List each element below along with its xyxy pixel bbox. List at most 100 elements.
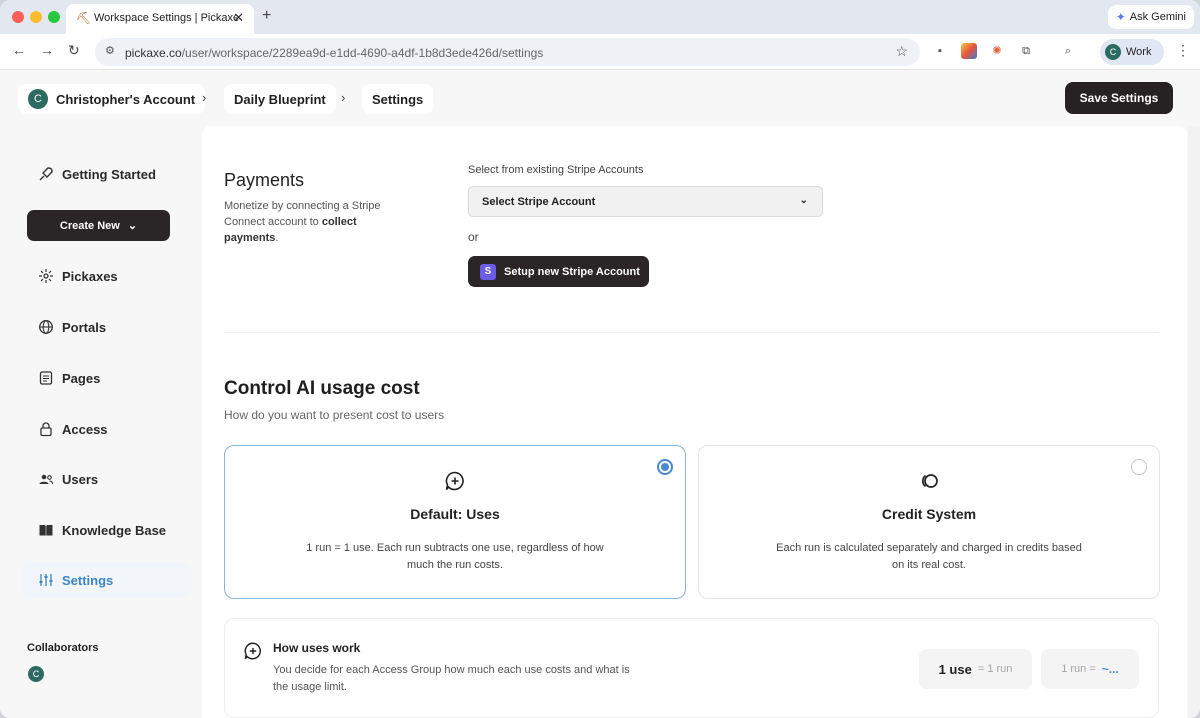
sidebar-item-access[interactable]: Access	[38, 421, 108, 437]
chat-plus-icon	[444, 470, 466, 492]
stripe-select-label: Select from existing Stripe Accounts	[468, 164, 644, 176]
option-card-uses[interactable]: Default: Uses 1 run = 1 use. Each run su…	[224, 445, 686, 599]
back-arrow-icon[interactable]: ←	[12, 42, 26, 58]
site-settings-icon[interactable]: ⚙	[105, 44, 115, 57]
users-icon	[38, 471, 54, 487]
settings-panel: Payments Monetize by connecting a Stripe…	[202, 126, 1187, 718]
reload-icon[interactable]: ↻	[68, 42, 80, 59]
uses-equation-pill: 1 use = 1 run	[919, 649, 1032, 689]
globe-icon	[38, 319, 54, 335]
breadcrumb-account[interactable]: C Christopher's Account	[18, 84, 206, 114]
sidebar-item-settings[interactable]: Settings	[38, 572, 113, 588]
setup-stripe-button[interactable]: S Setup new Stripe Account	[468, 256, 649, 287]
address-url: pickaxe.co/user/workspace/2289ea9d-e1dd-…	[125, 46, 543, 60]
create-new-label: Create New	[59, 219, 120, 232]
ask-gemini-label: Ask Gemini	[1129, 11, 1186, 23]
minimize-window-button[interactable]	[30, 11, 42, 23]
maximize-window-button[interactable]	[48, 11, 60, 23]
pill-cost-value: ~...	[1101, 662, 1119, 676]
how-uses-title: How uses work	[273, 641, 361, 655]
or-separator: or	[468, 230, 479, 244]
chevron-right-icon: ›	[202, 90, 207, 105]
bookmark-star-icon[interactable]: ☆	[895, 43, 908, 60]
payments-title: Payments	[224, 170, 305, 190]
url-host: pickaxe.co	[125, 46, 182, 60]
option-description: 1 run = 1 use. Each run subtracts one us…	[306, 542, 604, 571]
browser-tab[interactable]: ⛏ Workspace Settings | Pickaxe ✕	[66, 4, 254, 34]
setup-stripe-label: Setup new Stripe Account	[504, 265, 640, 278]
tab-close-icon[interactable]: ✕	[233, 10, 244, 26]
save-settings-button[interactable]: Save Settings	[1065, 82, 1173, 114]
ask-gemini-button[interactable]: ✦ Ask Gemini	[1107, 5, 1194, 29]
address-bar[interactable]: ⚙ pickaxe.co/user/workspace/2289ea9d-e1d…	[95, 38, 920, 66]
app-area: C Christopher's Account › Daily Blueprin…	[0, 70, 1200, 718]
stripe-logo-icon: S	[480, 263, 496, 280]
option-title: Credit System	[881, 506, 977, 522]
extension-color-icon[interactable]	[961, 43, 977, 59]
chevron-down-icon: ⌄	[127, 220, 138, 232]
sliders-icon	[38, 572, 54, 588]
sidebar-item-label: Portals	[62, 319, 107, 335]
sidebar-item-portals[interactable]: Portals	[38, 319, 106, 335]
collaborator-avatar[interactable]: C	[28, 666, 44, 682]
browser-menu-icon[interactable]: ⋮	[1176, 42, 1190, 59]
extension-burst-icon[interactable]: ✺	[989, 43, 1005, 59]
option-title: Default: Uses	[410, 506, 500, 522]
breadcrumb-workspace[interactable]: Daily Blueprint	[224, 84, 336, 114]
stripe-account-select[interactable]: Select Stripe Account ⌄	[468, 186, 823, 217]
tab-title: Workspace Settings | Pickaxe	[94, 12, 240, 24]
payments-desc-text: Monetize by connecting a Stripe Connect …	[224, 200, 381, 228]
page-scrollbar[interactable]	[1188, 126, 1200, 718]
usage-cost-title: Control AI usage cost	[224, 378, 420, 399]
pickaxe-icon	[38, 268, 54, 284]
gemini-sparkle-icon: ✦	[1115, 10, 1126, 24]
create-new-button[interactable]: Create New ⌄	[27, 210, 170, 241]
lock-icon	[38, 421, 54, 437]
browser-window: ⛏ Workspace Settings | Pickaxe ✕ + ✦ Ask…	[0, 0, 1200, 718]
section-divider	[224, 332, 1159, 333]
extensions-puzzle-icon[interactable]: ⧉	[1018, 43, 1034, 59]
pill-use-value: 1 use	[938, 661, 972, 677]
payments-description: Monetize by connecting a Stripe Connect …	[224, 198, 404, 246]
sidebar-item-knowledge-base[interactable]: Knowledge Base	[38, 522, 166, 538]
close-window-button[interactable]	[12, 11, 24, 23]
stripe-select-value: Select Stripe Account	[482, 195, 596, 208]
radio-credits[interactable]	[1131, 459, 1147, 475]
sidebar-item-label: Users	[62, 471, 99, 487]
sidebar-item-label: Settings	[62, 572, 114, 588]
coins-icon	[918, 470, 940, 492]
browser-toolbar: ← → ↻ ⚙ pickaxe.co/user/workspace/2289ea…	[0, 34, 1200, 70]
profile-button[interactable]: C Work	[1100, 39, 1164, 65]
option-card-credits[interactable]: Credit System Each run is calculated sep…	[698, 445, 1160, 599]
how-uses-description: You decide for each Access Group how muc…	[273, 664, 630, 693]
sidebar-item-label: Access	[62, 421, 108, 437]
sidebar-item-users[interactable]: Users	[38, 471, 98, 487]
sidebar-item-pages[interactable]: Pages	[38, 370, 100, 386]
chevron-right-icon: ›	[341, 90, 346, 105]
pill-run-label: 1 run =	[1061, 663, 1096, 675]
tab-search-icon[interactable]: ⌕	[1060, 43, 1076, 59]
collaborators-label: Collaborators	[27, 642, 99, 654]
new-tab-icon[interactable]: +	[262, 7, 271, 25]
rocket-icon	[38, 166, 54, 182]
breadcrumb-workspace-label: Daily Blueprint	[234, 91, 326, 107]
option-description: Each run is calculated separately and ch…	[776, 542, 1082, 571]
pill-run-value: = 1 run	[977, 663, 1013, 675]
profile-label: Work	[1126, 46, 1152, 58]
radio-uses[interactable]	[657, 459, 673, 475]
how-uses-work-panel: How uses work You decide for each Access…	[224, 618, 1159, 718]
sidebar-item-label: Pages	[62, 370, 101, 386]
page-icon	[38, 370, 54, 386]
pickaxe-favicon-icon: ⛏	[76, 11, 92, 25]
breadcrumb-account-label: Christopher's Account	[56, 91, 196, 107]
usage-cost-subtitle: How do you want to present cost to users	[224, 408, 445, 422]
chat-plus-icon	[243, 641, 263, 661]
extension-image-icon[interactable]: ▪	[932, 43, 948, 59]
profile-avatar: C	[1105, 44, 1121, 60]
forward-arrow-icon[interactable]: →	[40, 42, 54, 58]
breadcrumb-page[interactable]: Settings	[362, 84, 434, 114]
sidebar-item-pickaxes[interactable]: Pickaxes	[38, 268, 118, 284]
run-equation-pill: 1 run = ~...	[1041, 649, 1139, 689]
sidebar-item-getting-started[interactable]: Getting Started	[38, 166, 156, 182]
breadcrumb-page-label: Settings	[372, 91, 424, 107]
